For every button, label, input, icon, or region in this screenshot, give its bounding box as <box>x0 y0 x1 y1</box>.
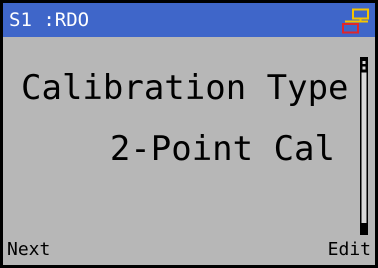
vertical-scrollbar[interactable] <box>360 57 368 235</box>
edit-softkey[interactable]: Edit <box>328 239 371 261</box>
screen-title: S1 :RDO <box>9 9 90 31</box>
lcd-screen: S1 :RDO Calibration Type 2-Point Cal Nex… <box>3 3 375 265</box>
next-softkey[interactable]: Next <box>7 239 50 261</box>
scrollbar-end-cap <box>361 223 367 234</box>
network-status-icon <box>342 8 369 34</box>
parameter-value[interactable]: 2-Point Cal <box>110 128 335 170</box>
title-bar: S1 :RDO <box>3 3 375 37</box>
device-display: S1 :RDO Calibration Type 2-Point Cal Nex… <box>0 0 378 268</box>
scrollbar-thumb <box>361 58 367 73</box>
parameter-name: Calibration Type <box>21 68 349 108</box>
